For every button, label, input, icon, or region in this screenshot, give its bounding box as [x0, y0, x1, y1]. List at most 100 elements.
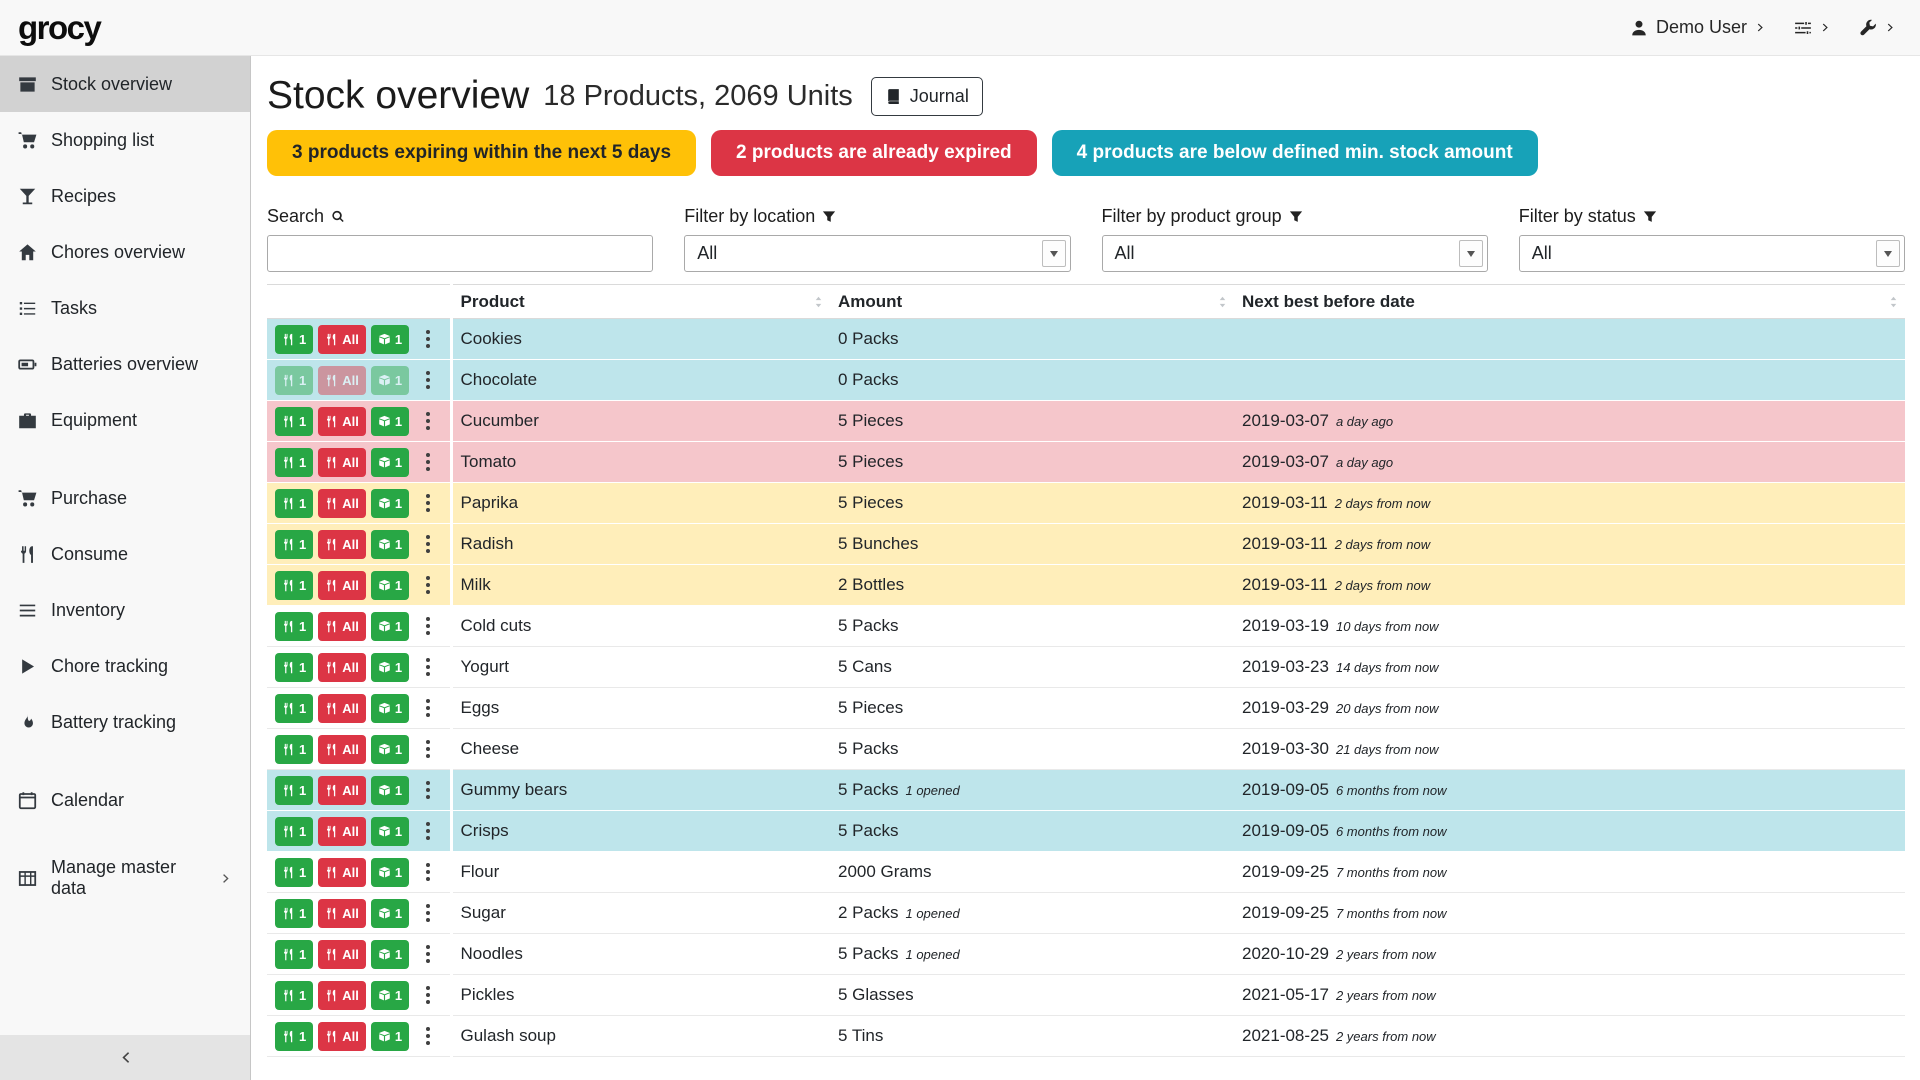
row-more-menu-icon[interactable] — [421, 819, 435, 843]
sidebar-item-stock-overview[interactable]: Stock overview — [0, 56, 250, 112]
open-one-button[interactable]: 1 — [371, 612, 409, 641]
row-more-menu-icon[interactable] — [421, 696, 435, 720]
open-one-button[interactable]: 1 — [371, 899, 409, 928]
consume-one-button[interactable]: 1 — [275, 940, 313, 969]
banner-expiring-soon[interactable]: 3 products expiring within the next 5 da… — [267, 130, 696, 176]
consume-one-button[interactable]: 1 — [275, 407, 313, 436]
consume-all-button[interactable]: All — [318, 776, 366, 805]
row-more-menu-icon[interactable] — [421, 491, 435, 515]
sidebar-item-consume[interactable]: Consume — [0, 526, 250, 582]
consume-one-button[interactable]: 1 — [275, 817, 313, 846]
consume-all-button[interactable]: All — [318, 325, 366, 354]
sidebar-item-purchase[interactable]: Purchase — [0, 470, 250, 526]
banner-expired[interactable]: 2 products are already expired — [711, 130, 1037, 176]
banner-below-min-stock[interactable]: 4 products are below defined min. stock … — [1052, 130, 1538, 176]
consume-all-button[interactable]: All — [318, 858, 366, 887]
settings-menu[interactable] — [1859, 19, 1896, 37]
row-more-menu-icon[interactable] — [421, 860, 435, 884]
consume-one-button[interactable]: 1 — [275, 981, 313, 1010]
consume-one-button[interactable]: 1 — [275, 489, 313, 518]
row-more-menu-icon[interactable] — [421, 368, 435, 392]
row-more-menu-icon[interactable] — [421, 532, 435, 556]
open-one-button[interactable]: 1 — [371, 694, 409, 723]
consume-one-button[interactable]: 1 — [275, 1022, 313, 1051]
consume-all-button[interactable]: All — [318, 694, 366, 723]
sidebar-item-batteries-overview[interactable]: Batteries overview — [0, 336, 250, 392]
row-more-menu-icon[interactable] — [421, 942, 435, 966]
consume-one-button[interactable]: 1 — [275, 325, 313, 354]
consume-one-button[interactable]: 1 — [275, 899, 313, 928]
consume-one-button[interactable]: 1 — [275, 530, 313, 559]
open-one-button[interactable]: 1 — [371, 653, 409, 682]
open-one-button[interactable]: 1 — [371, 325, 409, 354]
open-one-button[interactable]: 1 — [371, 735, 409, 764]
column-header-product[interactable]: Product — [451, 285, 830, 319]
consume-one-button[interactable]: 1 — [275, 571, 313, 600]
sidebar-item-tasks[interactable]: Tasks — [0, 280, 250, 336]
consume-all-button[interactable]: All — [318, 407, 366, 436]
consume-one-button[interactable]: 1 — [275, 448, 313, 477]
location-filter-select[interactable]: All — [684, 235, 1070, 272]
row-more-menu-icon[interactable] — [421, 737, 435, 761]
consume-all-button[interactable]: All — [318, 1022, 366, 1051]
sidebar-item-chores-overview[interactable]: Chores overview — [0, 224, 250, 280]
consume-one-button[interactable]: 1 — [275, 653, 313, 682]
column-header-next-best-before-date[interactable]: Next best before date — [1234, 285, 1905, 319]
sidebar-collapse-button[interactable] — [0, 1035, 250, 1080]
consume-all-button[interactable]: All — [318, 940, 366, 969]
consume-one-button[interactable]: 1 — [275, 858, 313, 887]
consume-all-button[interactable]: All — [318, 817, 366, 846]
row-more-menu-icon[interactable] — [421, 655, 435, 679]
consume-all-button[interactable]: All — [318, 489, 366, 518]
open-one-button[interactable]: 1 — [371, 571, 409, 600]
open-one-button[interactable]: 1 — [371, 981, 409, 1010]
display-settings-menu[interactable] — [1794, 19, 1831, 37]
row-more-menu-icon[interactable] — [421, 573, 435, 597]
open-one-button[interactable]: 1 — [371, 817, 409, 846]
app-logo[interactable]: grocy — [0, 9, 251, 47]
row-more-menu-icon[interactable] — [421, 450, 435, 474]
consume-all-button[interactable]: All — [318, 530, 366, 559]
consume-one-button[interactable]: 1 — [275, 776, 313, 805]
column-header-amount[interactable]: Amount — [830, 285, 1234, 319]
row-more-menu-icon[interactable] — [421, 1024, 435, 1048]
sidebar-item-equipment[interactable]: Equipment — [0, 392, 250, 448]
row-more-menu-icon[interactable] — [421, 983, 435, 1007]
row-more-menu-icon[interactable] — [421, 614, 435, 638]
open-one-button[interactable]: 1 — [371, 858, 409, 887]
sidebar-item-manage-master-data[interactable]: Manage master data — [0, 850, 250, 906]
consume-all-button[interactable]: All — [318, 899, 366, 928]
open-one-button[interactable]: 1 — [371, 407, 409, 436]
row-more-menu-icon[interactable] — [421, 409, 435, 433]
journal-button[interactable]: Journal — [871, 77, 983, 116]
product-group-filter-select[interactable]: All — [1102, 235, 1488, 272]
open-one-button[interactable]: 1 — [371, 530, 409, 559]
status-filter-select[interactable]: All — [1519, 235, 1905, 272]
open-one-button[interactable]: 1 — [371, 448, 409, 477]
row-more-menu-icon[interactable] — [421, 901, 435, 925]
consume-all-button[interactable]: All — [318, 981, 366, 1010]
row-more-menu-icon[interactable] — [421, 778, 435, 802]
consume-one-button[interactable]: 1 — [275, 366, 313, 395]
sidebar-item-inventory[interactable]: Inventory — [0, 582, 250, 638]
sidebar-item-recipes[interactable]: Recipes — [0, 168, 250, 224]
consume-one-button[interactable]: 1 — [275, 694, 313, 723]
consume-one-button[interactable]: 1 — [275, 735, 313, 764]
consume-all-button[interactable]: All — [318, 653, 366, 682]
open-one-button[interactable]: 1 — [371, 940, 409, 969]
open-one-button[interactable]: 1 — [371, 776, 409, 805]
sidebar-item-battery-tracking[interactable]: Battery tracking — [0, 694, 250, 750]
consume-one-button[interactable]: 1 — [275, 612, 313, 641]
sidebar-item-calendar[interactable]: Calendar — [0, 772, 250, 828]
open-one-button[interactable]: 1 — [371, 366, 409, 395]
consume-all-button[interactable]: All — [318, 735, 366, 764]
consume-all-button[interactable]: All — [318, 571, 366, 600]
consume-all-button[interactable]: All — [318, 612, 366, 641]
open-one-button[interactable]: 1 — [371, 489, 409, 518]
row-more-menu-icon[interactable] — [421, 327, 435, 351]
search-input[interactable] — [267, 235, 653, 272]
consume-all-button[interactable]: All — [318, 448, 366, 477]
user-menu[interactable]: Demo User — [1630, 17, 1766, 38]
sidebar-item-chore-tracking[interactable]: Chore tracking — [0, 638, 250, 694]
sidebar-item-shopping-list[interactable]: Shopping list — [0, 112, 250, 168]
